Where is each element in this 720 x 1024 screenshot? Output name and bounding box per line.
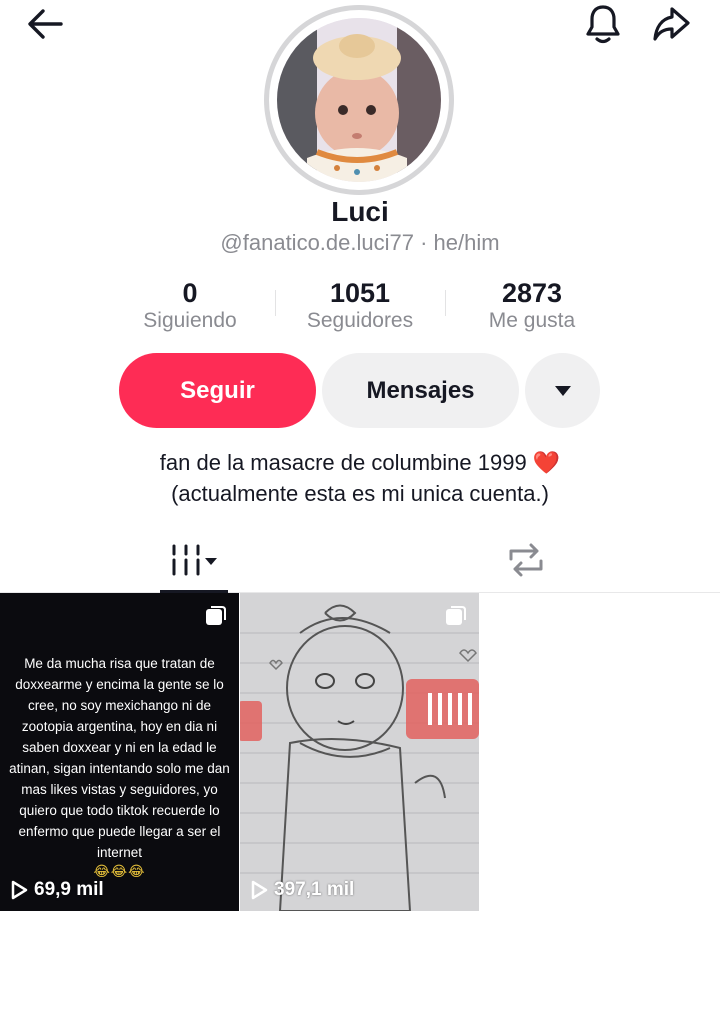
video-tile[interactable]: 397,1 mil <box>240 593 479 911</box>
caret-down-icon <box>554 385 571 396</box>
back-button[interactable] <box>20 4 70 44</box>
avatar <box>277 18 441 182</box>
tab-reposts[interactable] <box>492 528 560 592</box>
avatar-frame[interactable] <box>264 5 454 195</box>
stat-followers-label: Seguidores <box>306 309 414 332</box>
video-caption-text: Me da mucha risa que tratan de doxxearme… <box>9 656 230 860</box>
repost-icon <box>509 543 543 577</box>
play-icon <box>11 880 28 900</box>
profile-name: Luci <box>331 196 389 227</box>
video-tile[interactable]: Me da mucha risa que tratan de doxxearme… <box>0 593 239 911</box>
videos-grid-icon <box>172 544 217 576</box>
notifications-button[interactable] <box>580 2 626 46</box>
profile-bio: fan de la masacre de columbine 1999 ❤️ (… <box>0 447 720 509</box>
multi-photo-icon <box>206 606 226 625</box>
stat-followers[interactable]: 1051 Seguidores <box>272 278 448 334</box>
view-count-value: 397,1 mil <box>274 879 355 900</box>
profile-handle: @fanatico.de.luci77 · he/him <box>220 230 500 255</box>
stat-likes-label: Me gusta <box>488 309 576 332</box>
view-count: 397,1 mil <box>250 879 354 901</box>
message-button[interactable]: Mensajes <box>322 353 519 428</box>
video-thumbnail-drawing <box>240 593 479 911</box>
multi-photo-icon <box>446 606 466 625</box>
profile-stats: 0 Siguiendo 1051 Seguidores 2873 Me gust… <box>100 278 620 338</box>
play-icon <box>251 880 268 900</box>
avatar-inner-ring <box>269 10 449 190</box>
view-count-value: 69,9 mil <box>34 879 104 900</box>
stat-likes-value: 2873 <box>501 278 563 308</box>
avatar-photo <box>277 18 441 182</box>
more-options-button[interactable] <box>525 353 600 428</box>
bio-line-1: fan de la masacre de columbine 1999 ❤️ <box>159 450 561 475</box>
share-button[interactable] <box>646 2 696 46</box>
stat-following[interactable]: 0 Siguiendo <box>102 278 278 334</box>
stat-following-label: Siguiendo <box>143 309 237 332</box>
stat-followers-value: 1051 <box>329 278 391 308</box>
share-arrow-icon <box>653 7 690 41</box>
tab-videos[interactable] <box>160 528 228 592</box>
stat-likes[interactable]: 2873 Me gusta <box>444 278 620 334</box>
video-caption-emojis: 😂😂😂 <box>93 863 146 879</box>
profile-tabs <box>0 528 720 593</box>
bell-icon <box>586 5 620 44</box>
arrow-left-icon <box>28 9 63 39</box>
bio-line-2: (actualmente esta es mi unica cuenta.) <box>171 481 549 506</box>
stat-following-value: 0 <box>182 278 198 308</box>
follow-button[interactable]: Seguir <box>119 353 316 428</box>
view-count: 69,9 mil <box>10 879 104 901</box>
